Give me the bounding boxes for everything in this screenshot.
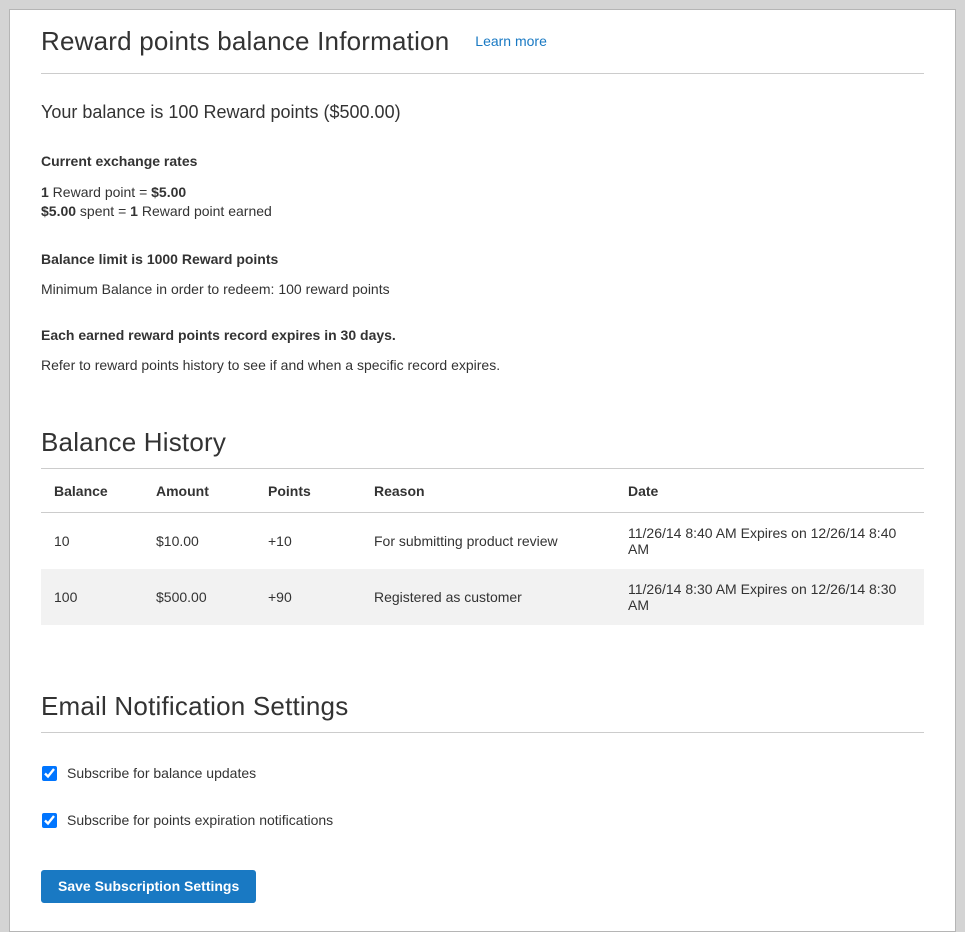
cell-date: 11/26/14 8:30 AM Expires on 12/26/14 8:3… [618,569,924,625]
subscribe-expiration-row: Subscribe for points expiration notifica… [41,812,924,828]
cell-amount: $10.00 [146,513,258,570]
exchange-rate-lines: 1 Reward point = $5.00 $5.00 spent = 1 R… [41,183,924,221]
exchange-rate-1-amount: $5.00 [151,184,186,200]
balance-history-table: Balance Amount Points Reason Date 10 $10… [41,469,924,625]
subscribe-expiration-checkbox[interactable] [42,813,57,828]
reward-points-panel: Reward points balance Information Learn … [9,9,956,932]
learn-more-link[interactable]: Learn more [475,33,547,49]
balance-history-heading-row: Balance History [41,427,924,469]
expiry-text: Each earned reward points record expires… [41,327,924,343]
exchange-rate-1-text: Reward point = [49,184,151,200]
subscribe-balance-updates-label[interactable]: Subscribe for balance updates [67,765,256,781]
cell-reason: For submitting product review [364,513,618,570]
email-notification-heading-row: Email Notification Settings [41,691,924,733]
page-title-row: Reward points balance Information Learn … [41,26,924,74]
column-header-reason: Reason [364,469,618,513]
exchange-rate-2-points: 1 [130,203,138,219]
balance-summary: Your balance is 100 Reward points ($500.… [41,102,924,123]
balance-limit-text: Balance limit is 1000 Reward points [41,251,924,267]
balance-history-heading: Balance History [41,427,226,457]
exchange-rate-2-amount: $5.00 [41,203,76,219]
expiry-note-text: Refer to reward points history to see if… [41,357,924,373]
cell-balance: 10 [41,513,146,570]
cell-date: 11/26/14 8:40 AM Expires on 12/26/14 8:4… [618,513,924,570]
exchange-rates-heading: Current exchange rates [41,153,924,169]
minimum-balance-text: Minimum Balance in order to redeem: 100 … [41,281,924,297]
subscribe-expiration-label[interactable]: Subscribe for points expiration notifica… [67,812,333,828]
page-title: Reward points balance Information [41,26,449,56]
table-header-row: Balance Amount Points Reason Date [41,469,924,513]
cell-balance: 100 [41,569,146,625]
save-subscription-settings-button[interactable]: Save Subscription Settings [41,870,256,903]
exchange-rate-1-points: 1 [41,184,49,200]
exchange-rate-line-2: $5.00 spent = 1 Reward point earned [41,202,924,221]
exchange-rate-2-text-end: Reward point earned [138,203,272,219]
column-header-date: Date [618,469,924,513]
cell-reason: Registered as customer [364,569,618,625]
subscribe-balance-updates-row: Subscribe for balance updates [41,765,924,781]
table-row: 10 $10.00 +10 For submitting product rev… [41,513,924,570]
column-header-amount: Amount [146,469,258,513]
email-notification-heading: Email Notification Settings [41,691,348,721]
page-background: Reward points balance Information Learn … [0,0,965,882]
column-header-balance: Balance [41,469,146,513]
cell-points: +10 [258,513,364,570]
cell-points: +90 [258,569,364,625]
cell-amount: $500.00 [146,569,258,625]
exchange-rate-line-1: 1 Reward point = $5.00 [41,183,924,202]
column-header-points: Points [258,469,364,513]
exchange-rate-2-text: spent = [76,203,130,219]
table-row: 100 $500.00 +90 Registered as customer 1… [41,569,924,625]
subscribe-balance-updates-checkbox[interactable] [42,766,57,781]
